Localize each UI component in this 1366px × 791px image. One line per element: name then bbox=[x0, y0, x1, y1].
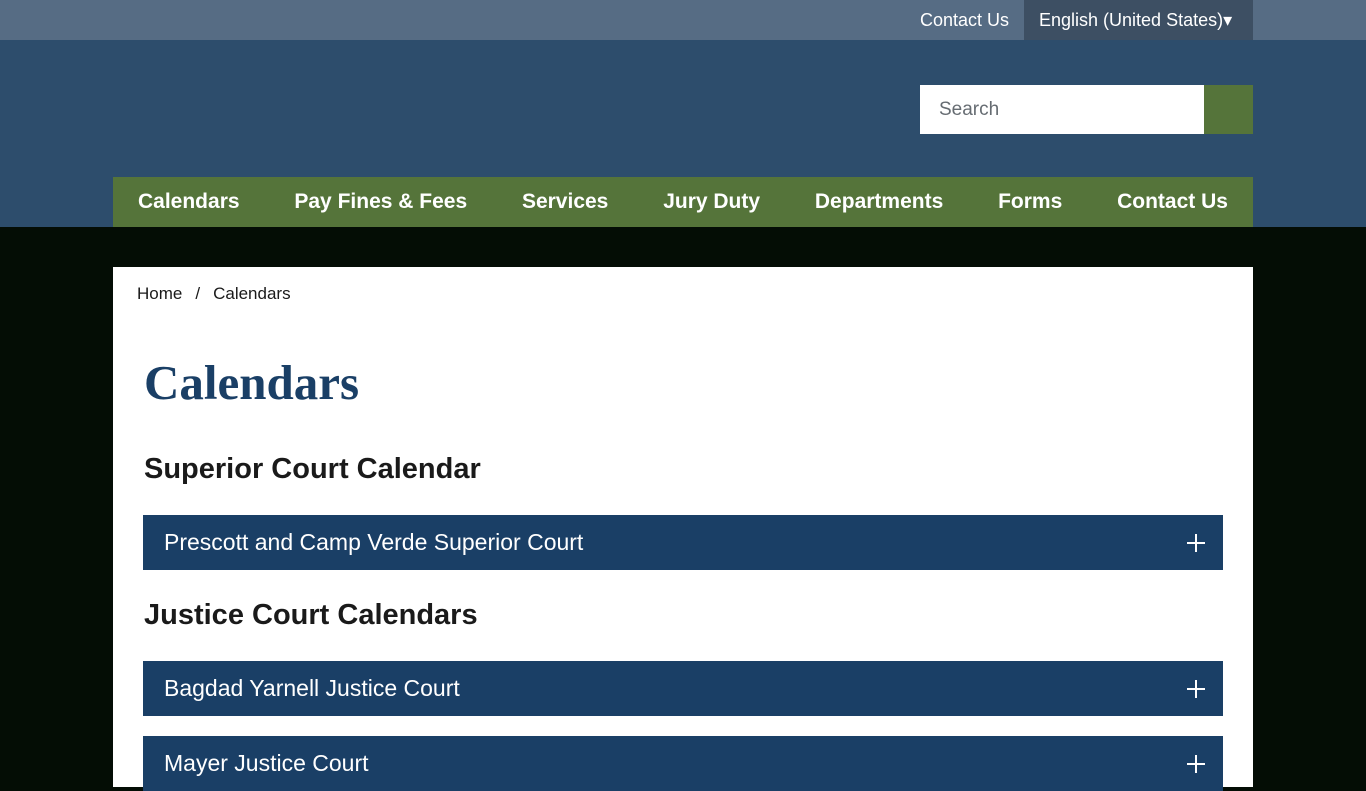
accordion-bagdad-yarnell[interactable]: Bagdad Yarnell Justice Court bbox=[143, 661, 1223, 716]
accordion-prescott-camp-verde[interactable]: Prescott and Camp Verde Superior Court bbox=[143, 515, 1223, 570]
search-button[interactable] bbox=[1204, 85, 1253, 134]
utility-bar: Contact Us English (United States)▾ bbox=[0, 0, 1366, 40]
section-heading-superior-court: Superior Court Calendar bbox=[144, 453, 481, 485]
accordion-label: Prescott and Camp Verde Superior Court bbox=[164, 529, 584, 555]
nav-item-pay-fines-fees[interactable]: Pay Fines & Fees bbox=[294, 190, 467, 214]
breadcrumb-current: Calendars bbox=[213, 284, 291, 303]
plus-icon bbox=[1187, 754, 1205, 773]
accordion-mayer[interactable]: Mayer Justice Court bbox=[143, 736, 1223, 791]
nav-item-calendars[interactable]: Calendars bbox=[138, 190, 240, 214]
nav-item-jury-duty[interactable]: Jury Duty bbox=[663, 190, 760, 214]
nav-item-forms[interactable]: Forms bbox=[998, 190, 1062, 214]
nav-item-departments[interactable]: Departments bbox=[815, 190, 943, 214]
utility-contact-link[interactable]: Contact Us bbox=[920, 0, 1009, 40]
language-selector[interactable]: English (United States)▾ bbox=[1024, 0, 1253, 40]
accordion-label: Bagdad Yarnell Justice Court bbox=[164, 675, 460, 701]
breadcrumb-home-link[interactable]: Home bbox=[137, 284, 182, 303]
accordion-label: Mayer Justice Court bbox=[164, 750, 369, 776]
search-input[interactable] bbox=[920, 85, 1204, 134]
breadcrumb-separator: / bbox=[195, 284, 201, 303]
nav-item-services[interactable]: Services bbox=[522, 190, 608, 214]
page-title: Calendars bbox=[144, 355, 360, 410]
section-heading-justice-court: Justice Court Calendars bbox=[144, 599, 478, 631]
site-header: Calendars Pay Fines & Fees Services Jury… bbox=[0, 40, 1366, 227]
plus-icon bbox=[1187, 533, 1205, 552]
main-nav: Calendars Pay Fines & Fees Services Jury… bbox=[113, 177, 1253, 227]
plus-icon bbox=[1187, 679, 1205, 698]
breadcrumb: Home / Calendars bbox=[137, 284, 291, 304]
nav-item-contact-us[interactable]: Contact Us bbox=[1117, 190, 1228, 214]
main-content: Home / Calendars Calendars Superior Court … bbox=[113, 267, 1253, 791]
